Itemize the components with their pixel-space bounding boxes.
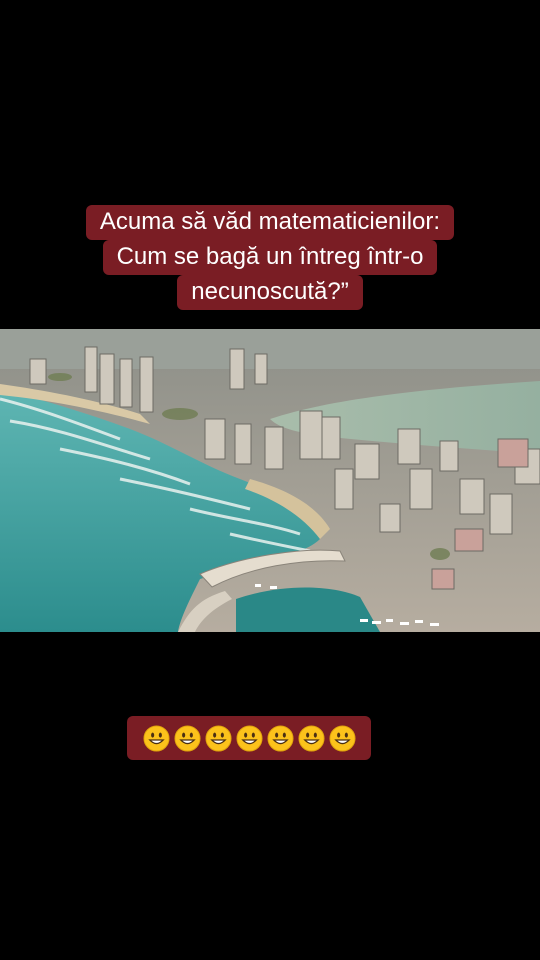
grinning-face-icon — [297, 724, 325, 752]
caption-line-3: necunoscută?” — [177, 275, 363, 310]
caption-overlay: Acuma să văd matematicienilor: Cum se ba… — [0, 205, 540, 310]
caption-line-2: Cum se bagă un întreg într-o — [102, 240, 438, 275]
aerial-city-photo — [0, 329, 540, 632]
grinning-face-icon — [204, 724, 232, 752]
video-frame: Acuma să văd matematicienilor: Cum se ba… — [0, 0, 540, 960]
grinning-face-icon — [266, 724, 294, 752]
caption-line-1: Acuma să văd matematicienilor: — [85, 205, 455, 240]
grinning-face-icon — [328, 724, 356, 752]
grinning-face-icon — [235, 724, 263, 752]
grinning-face-icon — [173, 724, 201, 752]
aerial-coastal-city-icon — [0, 329, 540, 632]
emoji-reaction-bar — [127, 716, 371, 760]
grinning-face-icon — [142, 724, 170, 752]
